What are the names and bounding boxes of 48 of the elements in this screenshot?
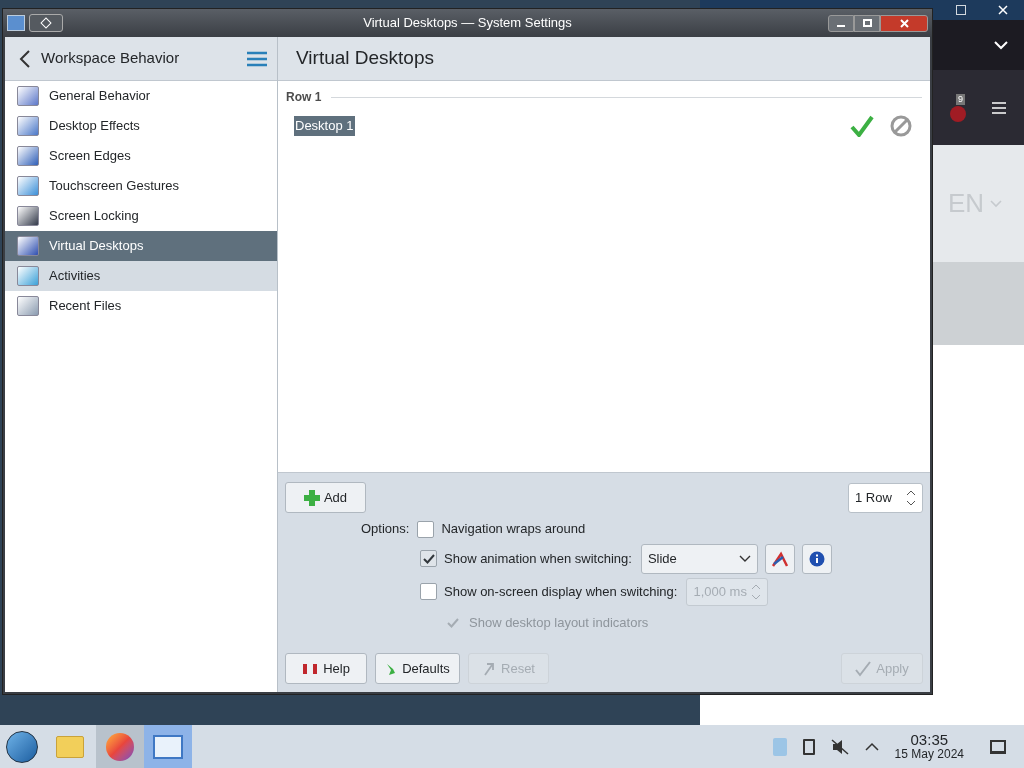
close-icon[interactable] [998,5,1008,15]
option-label[interactable]: Navigation wraps around [441,519,586,539]
rows-spinbox[interactable]: 1 Row [848,482,923,513]
browser-taskbar-button[interactable] [96,725,144,768]
close-button[interactable] [880,14,928,32]
desktop-name-field[interactable]: Desktop 1 [294,116,355,136]
sidebar-item[interactable]: Virtual Desktops [5,231,277,261]
close-icon [899,18,909,28]
defaults-button[interactable]: Defaults [375,653,460,684]
chevron-up-icon[interactable] [864,742,879,751]
plus-icon [303,489,320,506]
pen-icon [770,550,789,567]
check-icon [855,660,872,677]
start-button[interactable] [6,730,38,763]
add-button[interactable]: Add [285,482,366,513]
remove-icon[interactable] [890,115,912,137]
help-button[interactable]: Help [285,653,367,684]
minimize-button[interactable] [828,14,854,32]
animation-dropdown[interactable]: Slide [640,543,758,574]
muted-speaker-icon[interactable] [830,738,849,755]
maximize-button[interactable] [854,14,880,32]
settings-taskbar-button[interactable] [144,725,192,768]
restore-icon[interactable] [956,5,966,15]
info-button[interactable] [801,543,832,574]
chevron-down-icon[interactable] [994,40,1008,50]
option-label[interactable]: Show on-screen display when switching: [444,581,678,602]
sidebar-item[interactable]: Activities [5,261,277,291]
back-icon[interactable] [19,49,31,68]
clock-time[interactable]: 03:35 [910,731,949,747]
configure-button[interactable] [764,543,795,574]
info-icon [808,550,825,567]
chevron-down-icon [738,554,751,563]
arrow-icon [482,661,496,676]
clipboard-icon[interactable] [802,738,815,755]
monitor-icon [153,734,183,759]
checkbox[interactable] [417,520,435,538]
check-icon[interactable] [850,115,874,137]
notification-icon[interactable] [990,739,1006,754]
option-label[interactable]: Show animation when switching: [444,548,632,569]
options-label: Options: [361,520,410,539]
window-title: Virtual Desktops — System Settings [362,14,573,33]
checkbox[interactable] [420,583,437,600]
badge: 9 [956,93,965,105]
row-heading: Row 1 [286,89,322,106]
clock-date[interactable]: 15 May 2024 [894,746,964,762]
checkbox[interactable] [420,550,437,567]
chevron-down-icon [990,199,1002,208]
page-title: Virtual Desktops [296,46,434,71]
